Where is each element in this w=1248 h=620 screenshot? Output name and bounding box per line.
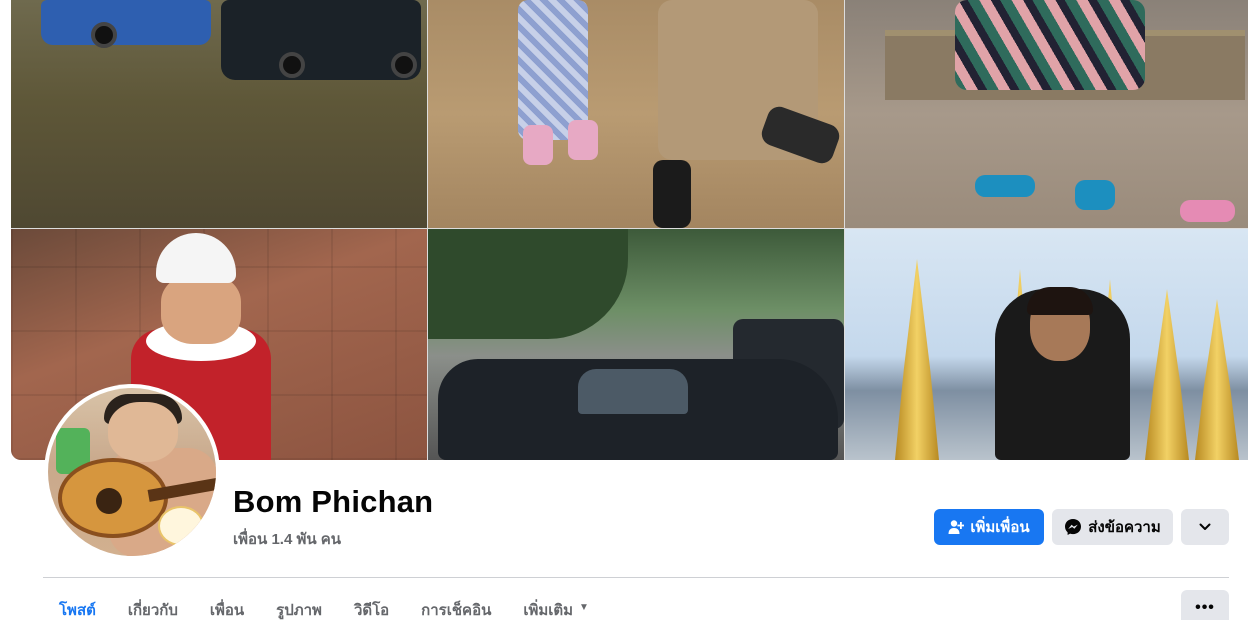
add-friend-icon (948, 519, 965, 535)
tab-videos-label: วิดีโอ (353, 602, 390, 619)
profile-page: Bom Phichan เพื่อน 1.4 พัน คน เพิ่มเพื่อ… (0, 0, 1248, 620)
header-divider (43, 577, 1229, 578)
send-message-label: ส่งข้อความ (1088, 519, 1161, 536)
tab-more-label: เพิ่มเติม (523, 602, 574, 619)
tab-more[interactable]: เพิ่มเติม ▼ (507, 586, 605, 620)
tab-about[interactable]: เกี่ยวกับ (112, 586, 194, 620)
chevron-down-icon (1198, 520, 1212, 534)
profile-more-options-button[interactable] (1181, 509, 1229, 545)
cover-photo-tile-cars (11, 0, 427, 228)
send-message-button[interactable]: ส่งข้อความ (1052, 509, 1173, 545)
cover-photo-tile-bench (845, 0, 1248, 228)
profile-name: Bom Phichan (233, 484, 434, 519)
cover-photo-tile-temple (845, 229, 1248, 460)
messenger-icon (1064, 518, 1082, 536)
more-dots-button[interactable]: ••• (1181, 590, 1229, 620)
cover-photo-tile-feet (428, 0, 844, 228)
add-friend-label: เพิ่มเพื่อน (970, 519, 1030, 536)
tab-videos[interactable]: วิดีโอ (338, 586, 405, 620)
add-friend-button[interactable]: เพิ่มเพื่อน (934, 509, 1044, 545)
tab-posts[interactable]: โพสต์ (43, 586, 112, 620)
tab-posts-label: โพสต์ (59, 602, 96, 619)
profile-avatar[interactable] (44, 384, 220, 560)
cover-photo[interactable] (11, 0, 1248, 460)
tab-photos[interactable]: รูปภาพ (260, 586, 338, 620)
tab-check-ins-label: การเช็คอิน (421, 602, 492, 619)
tab-about-label: เกี่ยวกับ (127, 602, 178, 619)
tab-photos-label: รูปภาพ (276, 602, 322, 619)
caret-down-icon: ▼ (579, 602, 589, 613)
tab-friends[interactable]: เพื่อน (194, 586, 260, 620)
profile-tabs: โพสต์ เกี่ยวกับ เพื่อน รูปภาพ วิดีโอ การ… (43, 586, 605, 620)
tab-check-ins[interactable]: การเช็คอิน (405, 586, 507, 620)
tab-friends-label: เพื่อน (209, 602, 245, 619)
friends-count[interactable]: เพื่อน 1.4 พัน คน (233, 527, 341, 551)
cover-photo-tile-car (428, 229, 844, 460)
avatar-photo (48, 388, 216, 556)
more-dots-icon: ••• (1195, 599, 1215, 616)
